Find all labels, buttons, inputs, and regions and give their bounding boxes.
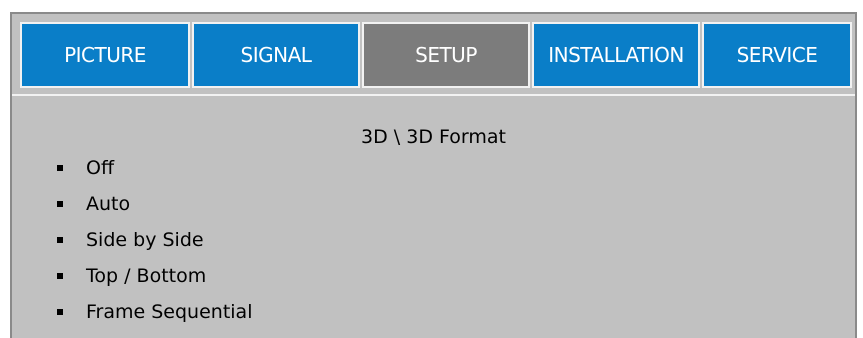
menu-panel: PICTURE SIGNAL SETUP INSTALLATION SERVIC… <box>10 12 857 338</box>
option-label: Auto <box>86 193 131 215</box>
tab-setup[interactable]: SETUP <box>362 22 530 88</box>
tab-signal[interactable]: SIGNAL <box>192 22 360 88</box>
bullet-icon <box>57 165 63 171</box>
option-off[interactable]: Off <box>12 150 412 186</box>
submenu-title: 3D \ 3D Format <box>361 126 506 148</box>
option-label: Frame Sequential <box>86 301 253 323</box>
option-auto[interactable]: Auto <box>12 186 412 222</box>
option-label: Off <box>86 157 115 179</box>
tab-divider <box>12 94 855 96</box>
tab-service[interactable]: SERVICE <box>702 22 852 88</box>
option-side-by-side[interactable]: Side by Side <box>12 222 412 258</box>
tab-installation[interactable]: INSTALLATION <box>532 22 700 88</box>
option-frame-sequential[interactable]: Frame Sequential <box>12 294 412 330</box>
tab-picture[interactable]: PICTURE <box>20 22 190 88</box>
osd-menu-window: PICTURE SIGNAL SETUP INSTALLATION SERVIC… <box>0 0 863 338</box>
bullet-icon <box>57 273 63 279</box>
option-top-bottom[interactable]: Top / Bottom <box>12 258 412 294</box>
bullet-icon <box>57 201 63 207</box>
bullet-icon <box>57 237 63 243</box>
bullet-icon <box>57 309 63 315</box>
option-label: Side by Side <box>86 229 204 251</box>
tab-bar: PICTURE SIGNAL SETUP INSTALLATION SERVIC… <box>12 14 855 96</box>
cropped-top-caption <box>0 0 863 12</box>
option-label: Top / Bottom <box>86 265 207 287</box>
